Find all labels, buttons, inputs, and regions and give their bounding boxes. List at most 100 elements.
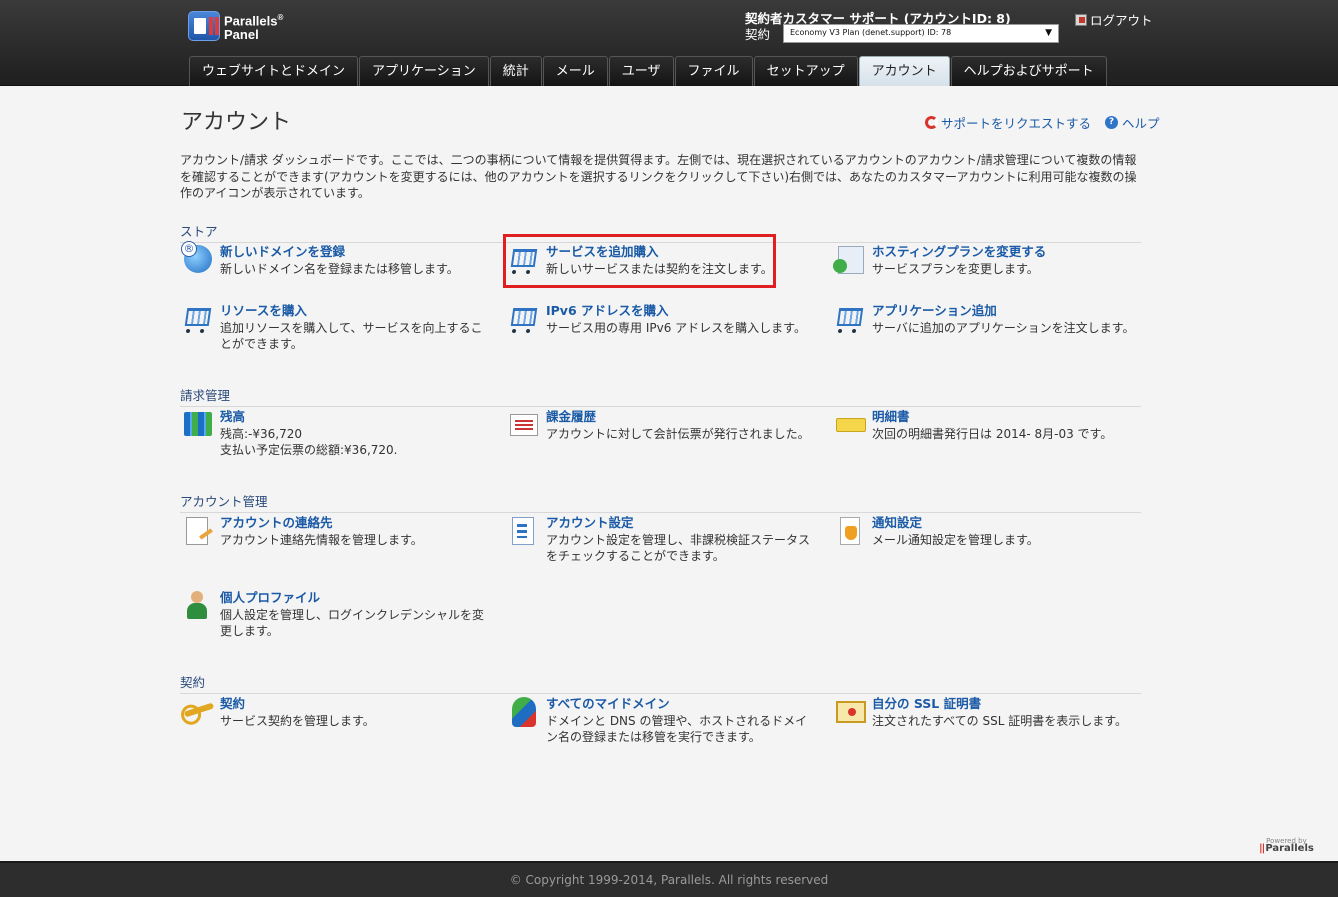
profile-icon [182,589,216,623]
key-icon [182,695,216,729]
store-item-change-plan: ホスティングプランを変更する サービスプランを変更します。 [833,243,1144,277]
balance-link[interactable]: 残高 [220,408,397,426]
account-item-notifications: 通知設定 メール通知設定を管理します。 [834,514,1144,548]
footer: © Copyright 1999-2014, Parallels. All ri… [0,861,1338,897]
logout-label: ログアウト [1090,13,1153,28]
buy-ipv6-desc: サービス用の専用 IPv6 アドレスを購入します。 [546,321,806,335]
parallels-panel-logo[interactable]: Parallels® Panel [188,11,283,41]
tab-applications[interactable]: アプリケーション [359,56,489,86]
logout-icon [1075,13,1087,26]
help-label: ヘルプ [1122,116,1160,131]
tab-users[interactable]: ユーザ [608,56,674,86]
buy-resources-link[interactable]: リソースを購入 [220,302,487,320]
billing-item-statement: 明細書 次回の明細書発行日は 2014- 8月-03 です。 [834,408,1144,442]
notification-icon [834,514,868,548]
plan-change-icon [833,243,868,277]
register-domain-desc: 新しいドメイン名を登録または移管します。 [220,262,459,276]
subscription-item-contract: 契約 サービス契約を管理します。 [182,695,492,729]
account-item-profile: 個人プロファイル 個人設定を管理し、ログインクレデンシャルを変更します。 [182,589,488,639]
domains-icon [508,695,542,729]
logo-registered-mark: ® [277,13,284,23]
billing-history-link[interactable]: 課金履歴 [546,408,810,426]
billing-history-desc: アカウントに対して会計伝票が発行されました。 [546,427,810,441]
top-header: Parallels® Panel 契約者カスタマー サポート (アカウントID:… [0,0,1338,86]
request-support-label: サポートをリクエストする [941,116,1092,131]
help-icon: ? [1105,116,1119,129]
ssl-certificates-link[interactable]: 自分の SSL 証明書 [872,695,1127,713]
page-description: アカウント/請求 ダッシュボードです。ここでは、二つの事柄について情報を提供質得… [180,153,1137,200]
top-links: サポートをリクエストする ? ヘルプ [925,113,1160,132]
tab-mail[interactable]: メール [542,56,608,86]
store-item-buy-resources: リソースを購入 追加リソースを購入して、サービスを向上することができます。 [182,302,487,352]
tab-setup[interactable]: セットアップ [753,56,858,86]
powered-by-brand: Parallels [1259,844,1314,854]
main-nav-tabs: ウェブサイトとドメイン アプリケーション 統計 メール ユーザ ファイル セット… [189,56,1108,86]
ssl-certificates-desc: 注文されたすべての SSL 証明書を表示します。 [872,714,1128,728]
contact-icon [182,514,216,548]
add-application-link[interactable]: アプリケーション追加 [872,302,1134,320]
cart-icon [508,302,542,336]
account-settings-desc: アカウント設定を管理し、非課税検証ステータスをチェックすることができます。 [546,533,811,563]
billing-item-balance: 残高 残高:-¥36,720 支払い予定伝票の総額:¥36,720. [182,408,492,458]
add-application-desc: サーバに追加のアプリケーションを注文します。 [872,321,1135,335]
balance-due-total: 支払い予定伝票の総額:¥36,720. [220,443,398,457]
statement-desc: 次回の明細書発行日は 2014- 8月-03 です。 [872,427,1113,441]
request-support-link[interactable]: サポートをリクエストする [925,113,1091,132]
settings-icon [508,514,542,548]
balance-value: 残高:-¥36,720 [220,427,302,441]
all-domains-desc: ドメインと DNS の管理や、ホストされるドメイン名の登録または移管を実行できま… [546,714,808,744]
personal-profile-link[interactable]: 個人プロファイル [220,589,488,607]
logo-text-line2: Panel [224,26,259,42]
cart-icon [834,302,868,336]
highlight-box [503,234,776,288]
cart-icon [182,302,216,336]
personal-profile-desc: 個人設定を管理し、ログインクレデンシャルを変更します。 [220,608,485,638]
statement-link[interactable]: 明細書 [872,408,1112,426]
billing-item-history: 課金履歴 アカウントに対して会計伝票が発行されました。 [508,408,818,442]
certificate-icon [834,695,868,729]
tab-websites-domains[interactable]: ウェブサイトとドメイン [189,56,359,86]
subscription-link[interactable]: 契約 [220,695,375,713]
subscription-select[interactable]: Economy V3 Plan (denet.support) ID: 78 ▼ [783,24,1059,43]
dropdown-arrow-icon: ▼ [1045,28,1052,38]
powered-by-badge[interactable]: Powered by Parallels [1259,837,1314,854]
subscription-label: 契約 [745,27,771,42]
account-settings-link[interactable]: アカウント設定 [546,514,820,532]
section-title-subscription: 契約 [180,672,1141,694]
account-item-contacts: アカウントの連絡先 アカウント連絡先情報を管理します。 [182,514,492,548]
register-domain-link[interactable]: 新しいドメインを登録 [220,243,459,261]
tab-statistics[interactable]: 統計 [489,56,542,86]
account-contacts-desc: アカウント連絡先情報を管理します。 [220,533,423,547]
books-icon [182,408,216,442]
logout-link[interactable]: ログアウト [1075,10,1153,29]
all-domains-link[interactable]: すべてのマイドメイン [546,695,808,713]
tab-account[interactable]: アカウント [858,56,950,86]
globe-icon [181,241,216,277]
invoice-icon [508,408,542,442]
notification-settings-link[interactable]: 通知設定 [872,514,1039,532]
subscription-select-value: Economy V3 Plan (denet.support) ID: 78 [790,28,952,37]
tab-help-support[interactable]: ヘルプおよびサポート [950,56,1107,86]
section-title-billing: 請求管理 [180,385,1141,407]
lifebuoy-icon [925,116,938,129]
store-item-register-domain: 新しいドメインを登録 新しいドメイン名を登録または移管します。 [181,241,492,277]
notification-settings-desc: メール通知設定を管理します。 [872,533,1039,547]
tab-files[interactable]: ファイル [674,56,753,86]
subscription-item-ssl: 自分の SSL 証明書 注文されたすべての SSL 証明書を表示します。 [834,695,1144,729]
parallels-logo-icon [188,11,220,41]
statement-icon [834,408,868,442]
store-item-add-application: アプリケーション追加 サーバに追加のアプリケーションを注文します。 [834,302,1144,336]
subscription-item-domains: すべてのマイドメイン ドメインと DNS の管理や、ホストされるドメイン名の登録… [508,695,808,745]
subscription-desc: サービス契約を管理します。 [220,714,375,728]
section-title-account: アカウント管理 [180,491,1141,513]
store-item-buy-ipv6: IPv6 アドレスを購入 サービス用の専用 IPv6 アドレスを購入します。 [508,302,818,336]
copyright-text: © Copyright 1999-2014, Parallels. All ri… [509,873,829,887]
change-plan-desc: サービスプランを変更します。 [872,262,1039,276]
help-link[interactable]: ? ヘルプ [1091,113,1160,132]
account-contacts-link[interactable]: アカウントの連絡先 [220,514,423,532]
buy-resources-desc: 追加リソースを購入して、サービスを向上することができます。 [220,321,483,351]
page-title: アカウント [181,110,292,135]
buy-ipv6-link[interactable]: IPv6 アドレスを購入 [546,302,806,320]
change-plan-link[interactable]: ホスティングプランを変更する [872,243,1046,261]
account-item-settings: アカウント設定 アカウント設定を管理し、非課税検証ステータスをチェックすることが… [508,514,820,564]
